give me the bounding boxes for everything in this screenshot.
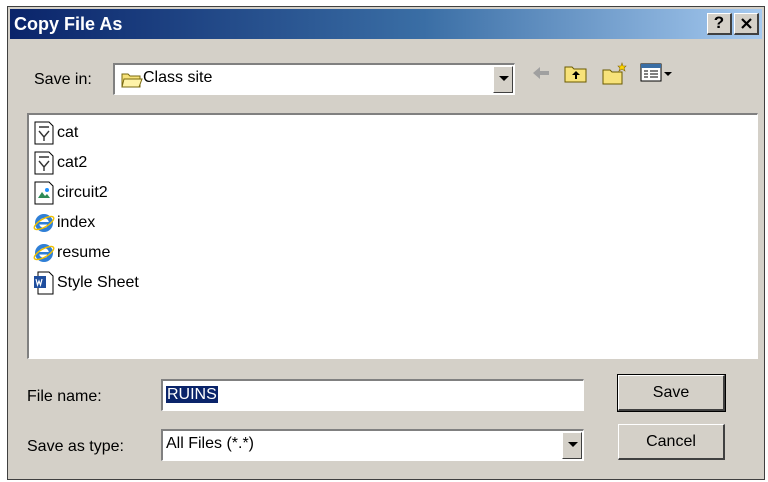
file-name-label: cat2 [57, 154, 88, 171]
chevron-down-icon[interactable] [562, 432, 582, 459]
cancel-button[interactable]: Cancel [618, 424, 725, 460]
folder-open-icon [121, 73, 143, 88]
internet-explorer-icon [33, 214, 55, 232]
file-name-input[interactable]: RUINS [161, 379, 584, 411]
save-as-type-value: All Files (*.*) [166, 435, 255, 452]
dialog-title: Copy File As [14, 14, 123, 34]
file-name-label: resume [57, 244, 111, 261]
new-folder-icon[interactable] [602, 62, 628, 86]
back-arrow-icon[interactable] [530, 62, 552, 84]
document-icon [34, 151, 54, 175]
save-as-type-label: Save as type: [27, 438, 124, 455]
save-in-dropdown[interactable]: Class site [113, 63, 515, 95]
close-icon [740, 18, 752, 29]
list-item[interactable]: resume [33, 239, 110, 267]
image-icon [34, 181, 54, 205]
file-list[interactable]: cat cat2 circuit2 index resume Style She… [27, 113, 758, 359]
close-button[interactable] [734, 13, 759, 35]
help-button[interactable]: ? [707, 13, 732, 35]
list-item[interactable]: Style Sheet [33, 269, 139, 297]
view-menu-icon[interactable] [640, 62, 674, 84]
list-item[interactable]: cat2 [33, 149, 87, 177]
internet-explorer-icon [33, 244, 55, 262]
up-one-level-icon[interactable] [564, 62, 588, 84]
file-name-label: cat [57, 124, 79, 141]
word-document-icon [34, 271, 54, 295]
document-icon [34, 121, 54, 145]
file-name-value: RUINS [166, 386, 218, 403]
copy-file-as-dialog: Copy File As ? Save in: Class site cat c… [7, 6, 765, 480]
save-in-label: Save in: [34, 71, 92, 88]
list-item[interactable]: circuit2 [33, 179, 108, 207]
file-name-label: circuit2 [57, 184, 108, 201]
file-name-label: Style Sheet [57, 274, 139, 291]
file-name-label: File name: [27, 388, 102, 405]
list-item[interactable]: cat [33, 119, 78, 147]
save-in-value: Class site [143, 69, 213, 86]
save-as-type-dropdown[interactable]: All Files (*.*) [161, 429, 584, 461]
title-bar: Copy File As ? [10, 9, 762, 39]
list-item[interactable]: index [33, 209, 95, 237]
file-name-label: index [57, 214, 96, 231]
chevron-down-icon[interactable] [493, 66, 513, 93]
save-button[interactable]: Save [617, 374, 726, 412]
